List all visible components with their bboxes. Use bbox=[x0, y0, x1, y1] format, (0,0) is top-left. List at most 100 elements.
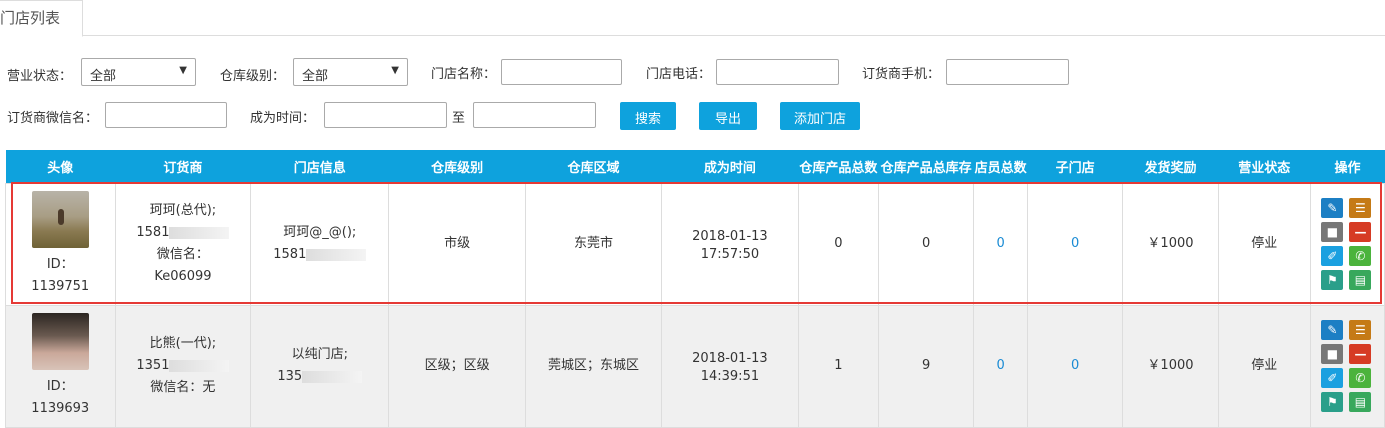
product-total: 1 bbox=[797, 304, 879, 428]
table-row: ID： 1139751 珂珂(总代); 1581 微信名： Ke06099 珂珂… bbox=[5, 182, 1385, 306]
store-table: 头像 订货商 门店信息 仓库级别 仓库区域 成为时间 仓库产品总数 仓库产品总库… bbox=[5, 150, 1385, 428]
store-phone-input[interactable] bbox=[716, 59, 839, 85]
minus-icon[interactable]: — bbox=[1349, 344, 1372, 364]
since-cell: 2018-01-13 14:39:51 bbox=[660, 304, 799, 428]
warehouse-level-label: 仓库级别： bbox=[220, 69, 286, 84]
pencil-icon[interactable]: ✐ bbox=[1321, 246, 1344, 266]
dealer-wechat-input[interactable] bbox=[105, 102, 227, 128]
header-staff-total: 店员总数 bbox=[973, 150, 1028, 183]
store-phone-label: 门店电话： bbox=[646, 67, 712, 82]
tab-bar: 门店列表 bbox=[0, 0, 1385, 37]
store-id: 1139751 bbox=[31, 278, 90, 294]
warehouse-level: 区级；区级 bbox=[388, 304, 527, 428]
phone-icon[interactable]: ✆ bbox=[1349, 246, 1372, 266]
since-start-input[interactable] bbox=[324, 102, 447, 128]
business-status-value: 全部 bbox=[90, 69, 117, 84]
list-icon[interactable]: ☰ bbox=[1349, 198, 1372, 218]
avatar bbox=[31, 312, 89, 370]
sub-stores-link[interactable]: 0 bbox=[1026, 304, 1124, 428]
redacted-block bbox=[306, 248, 367, 261]
store-info-cell: 珂珂@_@(); 1581 bbox=[250, 182, 390, 306]
dealer-phone: 1581 bbox=[136, 225, 170, 240]
store-id: 1139693 bbox=[31, 400, 90, 416]
sub-stores-link[interactable]: 0 bbox=[1026, 182, 1124, 306]
chevron-down-icon: ▼ bbox=[391, 65, 399, 76]
status: 停业 bbox=[1217, 304, 1311, 428]
header-avatar: 头像 bbox=[5, 150, 115, 183]
store-name: 以纯门店; bbox=[291, 347, 348, 362]
add-store-button[interactable]: 添加门店 bbox=[780, 102, 860, 130]
warehouse-level: 市级 bbox=[388, 182, 527, 306]
lock-icon[interactable]: ■ bbox=[1321, 222, 1344, 242]
dealer-cell: 珂珂(总代); 1581 微信名： Ke06099 bbox=[114, 182, 252, 306]
export-button[interactable]: 导出 bbox=[699, 102, 757, 130]
edit-icon[interactable]: ✎ bbox=[1321, 320, 1344, 340]
business-status-label: 营业状态： bbox=[7, 69, 73, 84]
since-label: 成为时间： bbox=[250, 111, 316, 126]
product-total: 0 bbox=[797, 182, 879, 306]
store-info-cell: 以纯门店; 135 bbox=[250, 304, 390, 428]
report-icon[interactable]: ▤ bbox=[1349, 270, 1372, 290]
dealer-phone-input[interactable] bbox=[946, 59, 1069, 85]
header-stock-total: 仓库产品总库存 bbox=[878, 150, 974, 183]
edit-icon[interactable]: ✎ bbox=[1321, 198, 1344, 218]
reward: ￥1000 bbox=[1122, 182, 1219, 306]
warehouse-level-value: 全部 bbox=[302, 69, 329, 84]
since-end-input[interactable] bbox=[473, 102, 596, 128]
store-id-label: ID： bbox=[46, 256, 74, 272]
list-icon[interactable]: ☰ bbox=[1349, 320, 1372, 340]
store-id-label: ID： bbox=[46, 378, 74, 394]
header-warehouse-area: 仓库区域 bbox=[525, 150, 662, 183]
flag-icon[interactable]: ⚑ bbox=[1321, 392, 1344, 412]
header-sub-stores: 子门店 bbox=[1027, 150, 1123, 183]
store-phone: 135 bbox=[277, 369, 303, 384]
header-since: 成为时间 bbox=[661, 150, 799, 183]
dealer-phone-row: 1581 bbox=[116, 222, 251, 244]
dealer-wechat-label: 微信名： bbox=[150, 380, 203, 395]
tab-store-list[interactable]: 门店列表 bbox=[0, 0, 83, 37]
table-header: 头像 订货商 门店信息 仓库级别 仓库区域 成为时间 仓库产品总数 仓库产品总库… bbox=[5, 150, 1385, 183]
dealer-wechat-label: 微信名： bbox=[156, 247, 209, 262]
status: 停业 bbox=[1217, 182, 1311, 306]
store-phone-row: 1581 bbox=[251, 244, 388, 266]
lock-icon[interactable]: ■ bbox=[1321, 344, 1344, 364]
report-icon[interactable]: ▤ bbox=[1349, 392, 1372, 412]
header-warehouse-level: 仓库级别 bbox=[388, 150, 526, 183]
business-status-select[interactable]: 全部 ▼ bbox=[81, 58, 196, 86]
dealer-phone-label: 订货商手机： bbox=[862, 67, 941, 82]
actions-cell: ✎ ☰ ■ — ✐ ✆ ⚑ ▤ bbox=[1309, 304, 1385, 428]
flag-icon[interactable]: ⚑ bbox=[1321, 270, 1344, 290]
store-name: 珂珂@_@(); bbox=[283, 225, 357, 240]
dealer-wechat-row: 微信名：无 bbox=[116, 377, 251, 399]
avatar bbox=[31, 190, 89, 248]
phone-icon[interactable]: ✆ bbox=[1349, 368, 1372, 388]
avatar-cell: ID： 1139693 bbox=[5, 304, 116, 428]
since-date: 2018-01-13 bbox=[692, 229, 768, 244]
store-name-input[interactable] bbox=[501, 59, 622, 85]
since-cell: 2018-01-13 17:57:50 bbox=[660, 182, 799, 306]
warehouse-level-select[interactable]: 全部 ▼ bbox=[293, 58, 408, 86]
warehouse-area: 莞城区；东城区 bbox=[525, 304, 662, 428]
staff-total-link[interactable]: 0 bbox=[973, 182, 1028, 306]
to-label: 至 bbox=[452, 111, 466, 126]
redacted-block bbox=[169, 226, 230, 239]
header-dealer: 订货商 bbox=[115, 150, 251, 183]
warehouse-area: 东莞市 bbox=[525, 182, 662, 306]
redacted-block bbox=[169, 359, 230, 372]
store-name-label: 门店名称： bbox=[431, 67, 497, 82]
search-button[interactable]: 搜索 bbox=[620, 102, 676, 130]
dealer-name: 珂珂(总代); bbox=[149, 203, 217, 218]
pencil-icon[interactable]: ✐ bbox=[1321, 368, 1344, 388]
redacted-block bbox=[302, 370, 363, 383]
store-phone: 1581 bbox=[273, 247, 307, 262]
header-reward: 发货奖励 bbox=[1122, 150, 1219, 183]
avatar-cell: ID： 1139751 bbox=[5, 182, 116, 306]
minus-icon[interactable]: — bbox=[1349, 222, 1372, 242]
actions-cell: ✎ ☰ ■ — ✐ ✆ ⚑ ▤ bbox=[1309, 182, 1385, 306]
since-date: 2018-01-13 bbox=[692, 351, 768, 366]
dealer-cell: 比熊(一代); 1351 微信名：无 bbox=[114, 304, 252, 428]
stock-total: 0 bbox=[877, 182, 975, 306]
header-actions: 操作 bbox=[1310, 150, 1385, 183]
staff-total-link[interactable]: 0 bbox=[973, 304, 1028, 428]
reward: ￥1000 bbox=[1122, 304, 1219, 428]
